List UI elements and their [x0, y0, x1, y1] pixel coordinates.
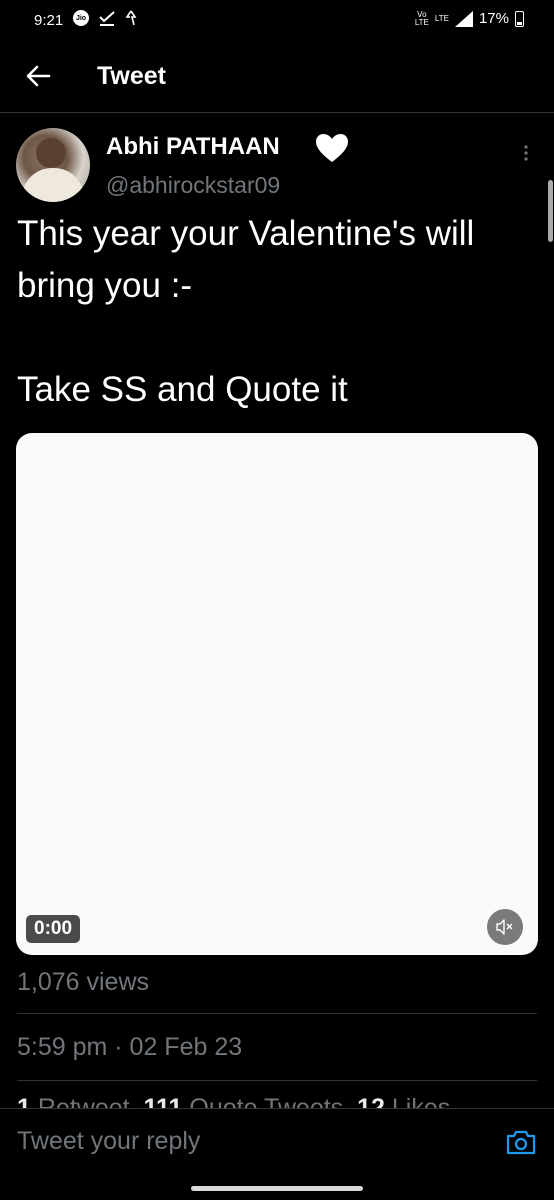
status-notification-icons: Jio [73, 10, 137, 26]
tweet-timestamp: 5:59 pm · 02 Feb 23 [17, 1033, 243, 1061]
home-indicator[interactable] [191, 1186, 363, 1191]
tweet-text: This year your Valentine's will bring yo… [17, 214, 475, 409]
retweet-label[interactable]: Retweet [38, 1094, 130, 1108]
tweet-video[interactable]: 0:00 [16, 433, 538, 955]
more-options-icon[interactable] [523, 144, 529, 162]
video-duration: 0:00 [26, 915, 81, 943]
author-name[interactable]: Abhi PATHAAN [106, 133, 280, 161]
reply-bar: Tweet your reply [0, 1108, 554, 1173]
like-count[interactable]: 12 [357, 1094, 385, 1108]
heart-icon [316, 134, 348, 162]
page-title: Tweet [97, 62, 166, 90]
jio-icon: Jio [73, 10, 89, 26]
quote-label[interactable]: Quote Tweets [189, 1094, 343, 1108]
author-handle[interactable]: @abhirockstar09 [106, 172, 280, 199]
lte-indicator: LTE [434, 13, 449, 23]
volte-indicator: Vo LTE [414, 9, 429, 27]
check-download-icon [99, 11, 115, 26]
status-system-icons: Vo LTE LTE 17% [415, 10, 524, 27]
like-label[interactable]: Likes [392, 1094, 450, 1108]
battery-icon [515, 10, 524, 27]
view-count: 1,076 views [17, 968, 150, 996]
status-time: 9:21 [34, 12, 64, 29]
mute-button[interactable] [487, 909, 523, 945]
divider [17, 1080, 537, 1081]
upload-arrow-icon [125, 10, 137, 26]
avatar[interactable] [16, 128, 90, 202]
signal-icon [454, 10, 473, 27]
divider [17, 1013, 537, 1014]
quote-count[interactable]: 111 [143, 1094, 182, 1108]
reply-input[interactable]: Tweet your reply [17, 1127, 200, 1156]
speaker-muted-icon [496, 919, 513, 935]
engagement-stats: 1 Retweet 111 Quote Tweets 12 Likes [17, 1094, 547, 1108]
top-app-bar: Tweet [0, 40, 554, 113]
battery-percent: 17% [478, 10, 509, 27]
back-arrow-icon[interactable] [24, 62, 52, 90]
retweet-count[interactable]: 1 [17, 1094, 31, 1108]
scrollbar-thumb[interactable] [548, 180, 553, 242]
camera-icon[interactable] [506, 1129, 536, 1155]
status-bar: 9:21 Jio Vo LTE LTE 17% [0, 0, 554, 40]
